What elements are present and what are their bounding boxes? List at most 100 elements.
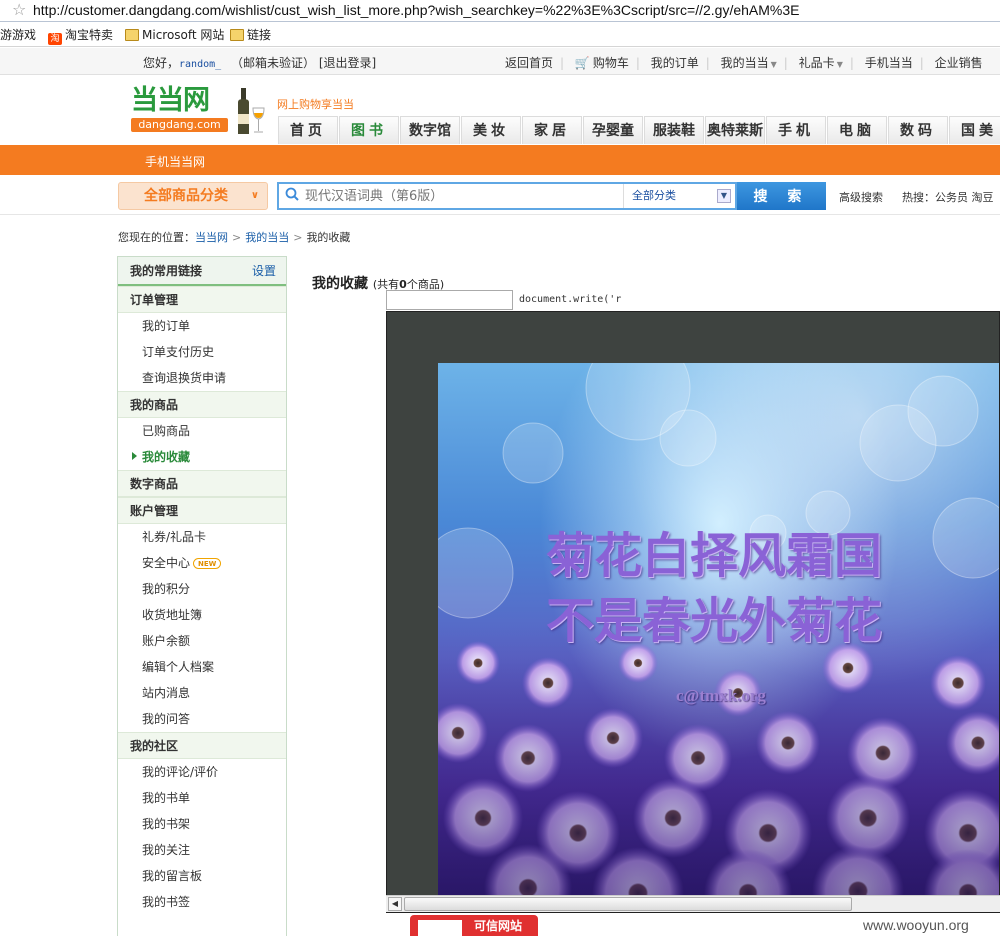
sidebar-item-balance[interactable]: 账户余额 [118,628,286,654]
email-status[interactable]: （邮箱未验证） [231,56,315,70]
cart-link[interactable]: 购物车 [593,56,629,70]
mobile-dangdang-link[interactable]: 手机当当 [865,56,913,70]
sidebar-item-bookmarks[interactable]: 我的书签 [118,889,286,915]
chevron-down-icon: ▼ [836,60,843,69]
sidebar-item-points[interactable]: 我的积分 [118,576,286,602]
folder-icon [125,29,139,41]
slogan: 网上购物享当当 [277,98,354,111]
nav-tab-beauty[interactable]: 美妆 [461,116,521,144]
enterprise-sales-link[interactable]: 企业销售 [935,56,983,70]
my-dangdang-link[interactable]: 我的当当 [721,56,769,70]
orange-banner: 手机当当网 [0,145,1000,175]
nav-tab-gome[interactable]: 国美 [949,116,1000,144]
divider [0,214,1000,215]
scroll-left-arrow-icon[interactable]: ◀ [388,897,402,911]
search-category-select[interactable]: 全部分类 ▼ [623,184,735,208]
main-nav: 首页 图书 数字馆 美妆 家居 孕婴童 服装鞋 奥特莱斯 手机 电脑 数码 国美 [278,116,1000,144]
nav-tab-mobile[interactable]: 手机 [766,116,826,144]
breadcrumb-dangdang[interactable]: 当当网 [195,231,228,244]
sidebar-section-products: 我的商品 [118,391,286,418]
sidebar-section-orders: 订单管理 [118,286,286,313]
sidebar-item-guestbook[interactable]: 我的留言板 [118,863,286,889]
address-bar[interactable]: ☆ http://customer.dangdang.com/wishlist/… [0,0,1000,22]
injected-input-box[interactable] [386,290,513,310]
sidebar-item-addresses[interactable]: 收货地址簿 [118,602,286,628]
greeting: 您好，random_ （邮箱未验证） [退出登录] [143,56,377,70]
sidebar-item-reviews[interactable]: 我的评论/评价 [118,759,286,785]
top-nav: 您好，random_ （邮箱未验证） [退出登录] 返回首页 | 🛒 购物车 | 我的… [0,48,1000,75]
sidebar-item-bookshelf[interactable]: 我的书架 [118,811,286,837]
scrollbar-thumb[interactable] [404,897,852,911]
all-categories-button[interactable]: 全部商品分类 ∨ [118,182,268,210]
nav-tab-digital-goods[interactable]: 数码 [888,116,948,144]
sidebar-section-account: 账户管理 [118,497,286,524]
sidebar-item-security[interactable]: 安全中心 NEW [118,550,286,576]
favorite-games[interactable]: 游游戏 [0,27,36,43]
breadcrumb-my-dangdang[interactable]: 我的当当 [245,231,289,244]
sidebar-item-payment-history[interactable]: 订单支付历史 [118,339,286,365]
nav-tab-digital[interactable]: 数字馆 [400,116,460,144]
logout-link[interactable]: [退出登录] [319,56,376,70]
poem-line-1: 菊花白择风霜国 [546,528,883,584]
wooyun-watermark: www.wooyun.org [863,917,969,933]
search-box: 全部分类 ▼ [277,182,737,210]
sidebar-item-messages[interactable]: 站内消息 [118,680,286,706]
advanced-search-link[interactable]: 高级搜索 [839,189,883,205]
nav-tab-baby[interactable]: 孕婴童 [583,116,643,144]
trusted-site-badge[interactable]: 可信网站 [410,915,538,936]
injected-script-text: document.write('r [519,294,622,305]
wine-bottle-icon [238,88,265,134]
search-button[interactable]: 搜 索 [737,182,826,210]
favorite-links[interactable]: 链接 [230,27,271,43]
horizontal-scrollbar[interactable]: ◀ [386,895,1000,912]
folder-icon [230,29,244,41]
cart-icon: 🛒 [574,56,590,70]
nav-tab-computer[interactable]: 电脑 [827,116,887,144]
favorite-taobao[interactable]: 淘淘宝特卖 [48,27,113,45]
poem-line-2: 不是春光外菊花 [546,593,883,649]
search-icon [285,187,299,201]
search-input[interactable] [305,186,615,206]
nav-tab-apparel[interactable]: 服装鞋 [644,116,704,144]
sidebar-item-booklists[interactable]: 我的书单 [118,785,286,811]
new-badge: NEW [193,558,222,569]
sidebar-item-favorites[interactable]: 我的收藏 [118,444,286,470]
breadcrumb-current: 我的收藏 [306,231,351,244]
nav-tab-home-goods[interactable]: 家居 [522,116,582,144]
top-links: 返回首页 | 🛒 购物车 | 我的订单 | 我的当当 ▼ | 礼品卡 ▼ | 手机当当 | 企业销… [505,56,983,70]
poster-signature: c@tmxk.org [676,686,766,705]
chevron-down-icon: ▼ [770,60,777,69]
hot-searches[interactable]: 热搜：公务员 淘豆 [902,189,994,205]
nav-tab-books[interactable]: 图书 [339,116,399,144]
sidebar: 我的常用链接 设置 订单管理 我的订单 订单支付历史 查询退换货申请 我的商品 … [117,256,287,936]
my-orders-link[interactable]: 我的订单 [651,56,699,70]
taobao-icon: 淘 [48,33,62,45]
sidebar-item-coupons[interactable]: 礼券/礼品卡 [118,524,286,550]
bookmark-star-icon[interactable]: ☆ [12,2,26,18]
sidebar-item-following[interactable]: 我的关注 [118,837,286,863]
gift-card-link[interactable]: 礼品卡 [799,56,835,70]
nav-tab-outlets[interactable]: 奥特莱斯 [705,116,765,144]
sidebar-header: 我的常用链接 设置 [118,257,286,286]
sidebar-item-returns[interactable]: 查询退换货申请 [118,365,286,391]
sidebar-section-digital[interactable]: 数字商品 [118,470,286,497]
dangdang-logo[interactable]: 当当网 dangdang.com [131,86,231,136]
home-link[interactable]: 返回首页 [505,56,553,70]
favorites-bar: 游游戏 淘淘宝特卖 Microsoft 网站 链接 [0,23,1000,47]
badge-logo-icon [416,918,464,936]
chrysanthemum-poster: 菊花白择风霜国 不是春光外菊花 c@tmxk.org [438,363,999,897]
sidebar-item-profile[interactable]: 编辑个人档案 [118,654,286,680]
favorite-microsoft[interactable]: Microsoft 网站 [125,27,224,43]
url-text[interactable]: http://customer.dangdang.com/wishlist/cu… [33,2,799,18]
sidebar-item-my-orders[interactable]: 我的订单 [118,313,286,339]
breadcrumb: 您现在的位置：当当网 > 我的当当 > 我的收藏 [118,231,351,244]
username[interactable]: random_ [179,59,221,70]
injected-iframe[interactable]: 菊花白择风霜国 不是春光外菊花 c@tmxk.org [386,311,1000,913]
dropdown-arrow-icon: ▼ [717,189,731,203]
chevron-down-icon: ∨ [250,190,259,201]
mobile-dangdang-banner-link[interactable]: 手机当当网 [145,153,205,170]
sidebar-settings-link[interactable]: 设置 [252,257,276,286]
sidebar-item-purchased[interactable]: 已购商品 [118,418,286,444]
sidebar-item-qa[interactable]: 我的问答 [118,706,286,732]
nav-tab-home[interactable]: 首页 [278,116,338,144]
